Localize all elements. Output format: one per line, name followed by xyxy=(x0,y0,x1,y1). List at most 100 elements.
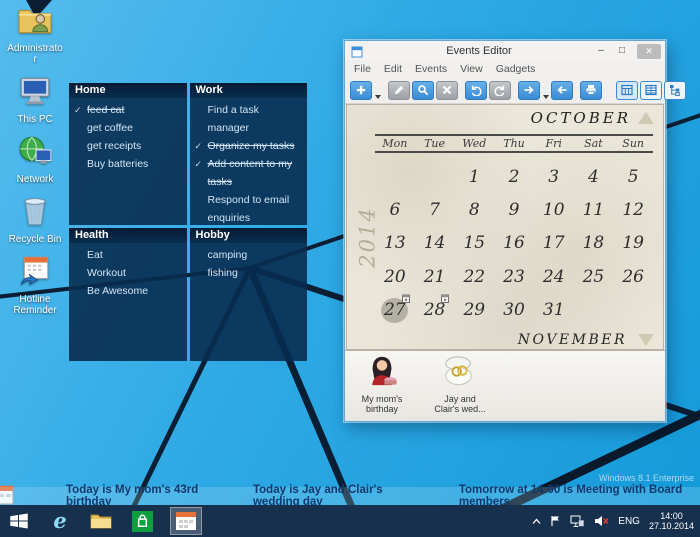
import-events-button[interactable] xyxy=(551,81,573,100)
taskbar-internet-explorer-button[interactable]: e xyxy=(47,507,73,535)
date-cell-12[interactable]: 12 xyxy=(613,193,653,226)
calendar-app-icon xyxy=(175,511,197,531)
date-cell-25[interactable]: 25 xyxy=(574,260,614,293)
todo-item[interactable]: get coffee xyxy=(77,119,183,137)
menu-gadgets[interactable]: Gadgets xyxy=(496,63,536,75)
table-view-button[interactable] xyxy=(640,81,662,100)
clock[interactable]: 14:00 27.10.2014 xyxy=(649,511,694,531)
date-cell-19[interactable]: 19 xyxy=(613,227,653,260)
taskbar-file-explorer-button[interactable] xyxy=(88,507,114,535)
dropdown-caret-icon[interactable] xyxy=(543,95,549,99)
print-button[interactable] xyxy=(580,81,602,100)
todo-item[interactable]: ✓Add content to my tasks xyxy=(198,155,304,191)
todo-item[interactable]: ✓feed cat xyxy=(77,101,183,119)
search-events-button[interactable] xyxy=(412,81,434,100)
language-indicator[interactable]: ENG xyxy=(618,516,640,527)
event-item[interactable]: Jay and Clair's wed... xyxy=(429,355,491,414)
menu-file[interactable]: File xyxy=(354,63,371,75)
date-cell-11[interactable]: 11 xyxy=(574,193,614,226)
date-cell-23[interactable]: 23 xyxy=(494,260,534,293)
desktop-icon-this-pc[interactable]: This PC xyxy=(2,75,68,125)
todo-item[interactable]: Eat xyxy=(77,246,183,264)
add-event-button[interactable] xyxy=(350,81,372,100)
previous-month-arrow-icon[interactable] xyxy=(638,112,654,124)
date-cell-30[interactable]: 30 xyxy=(494,294,534,327)
taskbar-store-button[interactable] xyxy=(129,507,155,535)
todo-item[interactable]: Be Awesome xyxy=(77,282,183,300)
tray-expand-icon[interactable] xyxy=(532,518,541,525)
dropdown-caret-icon[interactable] xyxy=(375,95,381,99)
close-button[interactable]: ✕ xyxy=(637,44,661,59)
undo-button[interactable] xyxy=(465,81,487,100)
todo-item[interactable]: Workout xyxy=(77,264,183,282)
menu-view[interactable]: View xyxy=(460,63,483,75)
desktop-icon-label: Recycle Bin xyxy=(9,234,62,245)
date-cell-8[interactable]: 8 xyxy=(454,193,494,226)
view-switch-group xyxy=(616,81,686,100)
date-cell-4[interactable]: 4 xyxy=(574,160,614,193)
title-bar[interactable]: Events Editor – □ ✕ xyxy=(345,41,665,61)
month-label: OCTOBER xyxy=(531,109,631,127)
redo-button[interactable] xyxy=(489,81,511,100)
todo-item-text: Respond to email enquiries xyxy=(208,194,290,224)
date-cell-7[interactable]: 7 xyxy=(415,193,455,226)
date-cell-15[interactable]: 15 xyxy=(454,227,494,260)
next-month-arrow-icon[interactable] xyxy=(638,334,654,346)
taskbar-calendar-app-button[interactable] xyxy=(170,507,202,535)
edit-event-button[interactable] xyxy=(388,81,410,100)
date-cell-18[interactable]: 18 xyxy=(574,227,614,260)
date-cell-28[interactable]: 28 xyxy=(415,294,455,327)
date-cell-5[interactable]: 5 xyxy=(613,160,653,193)
menu-events[interactable]: Events xyxy=(415,63,447,75)
date-cell-3[interactable]: 3 xyxy=(534,160,574,193)
date-cell-29[interactable]: 29 xyxy=(454,294,494,327)
todo-item[interactable]: get receipts xyxy=(77,137,183,155)
todo-item[interactable]: fishing xyxy=(198,264,304,282)
date-number: 28 xyxy=(424,300,446,320)
todo-item[interactable]: Respond to email enquiries xyxy=(198,191,304,225)
date-cell-24[interactable]: 24 xyxy=(534,260,574,293)
desktop-icon-hotline-reminder[interactable]: Hotline Reminder xyxy=(2,255,68,316)
date-number: 20 xyxy=(384,267,406,287)
desktop-icon-administrator[interactable]: Administrator xyxy=(2,4,68,65)
date-cell-14[interactable]: 14 xyxy=(415,227,455,260)
event-item[interactable]: My mom's birthday xyxy=(351,355,413,414)
calendar-panel[interactable]: OCTOBER 2014 MonTueWedThuFriSatSun 12345… xyxy=(346,104,664,350)
date-cell-10[interactable]: 10 xyxy=(534,193,574,226)
menu-edit[interactable]: Edit xyxy=(384,63,402,75)
toolbar-group xyxy=(580,81,602,100)
taskbar: e ENG 14:00 27.10.2014 xyxy=(0,505,700,537)
maximize-button[interactable]: □ xyxy=(616,44,628,58)
todo-item[interactable]: camping xyxy=(198,246,304,264)
desktop-icon-network[interactable]: Network xyxy=(2,135,68,185)
date-cell-27[interactable]: 27 xyxy=(375,294,415,327)
weekday-label: Tue xyxy=(415,137,455,150)
todo-item[interactable]: Find a task manager xyxy=(198,101,304,137)
date-cell-13[interactable]: 13 xyxy=(375,227,415,260)
date-cell-6[interactable]: 6 xyxy=(375,193,415,226)
date-cell-2[interactable]: 2 xyxy=(494,160,534,193)
reminder-notifications: Today is My mom's 43rd birthdayToday is … xyxy=(0,487,700,505)
todo-item[interactable]: Buy batteries xyxy=(77,155,183,173)
date-cell-31[interactable]: 31 xyxy=(534,294,574,327)
date-cell-17[interactable]: 17 xyxy=(534,227,574,260)
date-cell-9[interactable]: 9 xyxy=(494,193,534,226)
calendar-view-button[interactable] xyxy=(616,81,638,100)
tree-view-button[interactable] xyxy=(664,81,686,100)
events-list: My mom's birthday Jay and Clair's wed... xyxy=(345,350,665,421)
delete-event-button[interactable] xyxy=(436,81,458,100)
desktop-icon-recycle-bin[interactable]: Recycle Bin xyxy=(2,195,68,245)
date-cell-21[interactable]: 21 xyxy=(415,260,455,293)
action-center-flag-icon[interactable] xyxy=(550,515,561,527)
date-cell-1[interactable]: 1 xyxy=(454,160,494,193)
date-cell-26[interactable]: 26 xyxy=(613,260,653,293)
minimize-button[interactable]: – xyxy=(595,44,607,58)
network-tray-icon[interactable] xyxy=(570,515,585,528)
date-cell-22[interactable]: 22 xyxy=(454,260,494,293)
todo-item[interactable]: ✓Organize my tasks xyxy=(198,137,304,155)
date-cell-20[interactable]: 20 xyxy=(375,260,415,293)
taskbar-start-button[interactable] xyxy=(6,507,32,535)
export-events-button[interactable] xyxy=(518,81,540,100)
date-cell-16[interactable]: 16 xyxy=(494,227,534,260)
volume-muted-icon[interactable] xyxy=(594,515,609,527)
